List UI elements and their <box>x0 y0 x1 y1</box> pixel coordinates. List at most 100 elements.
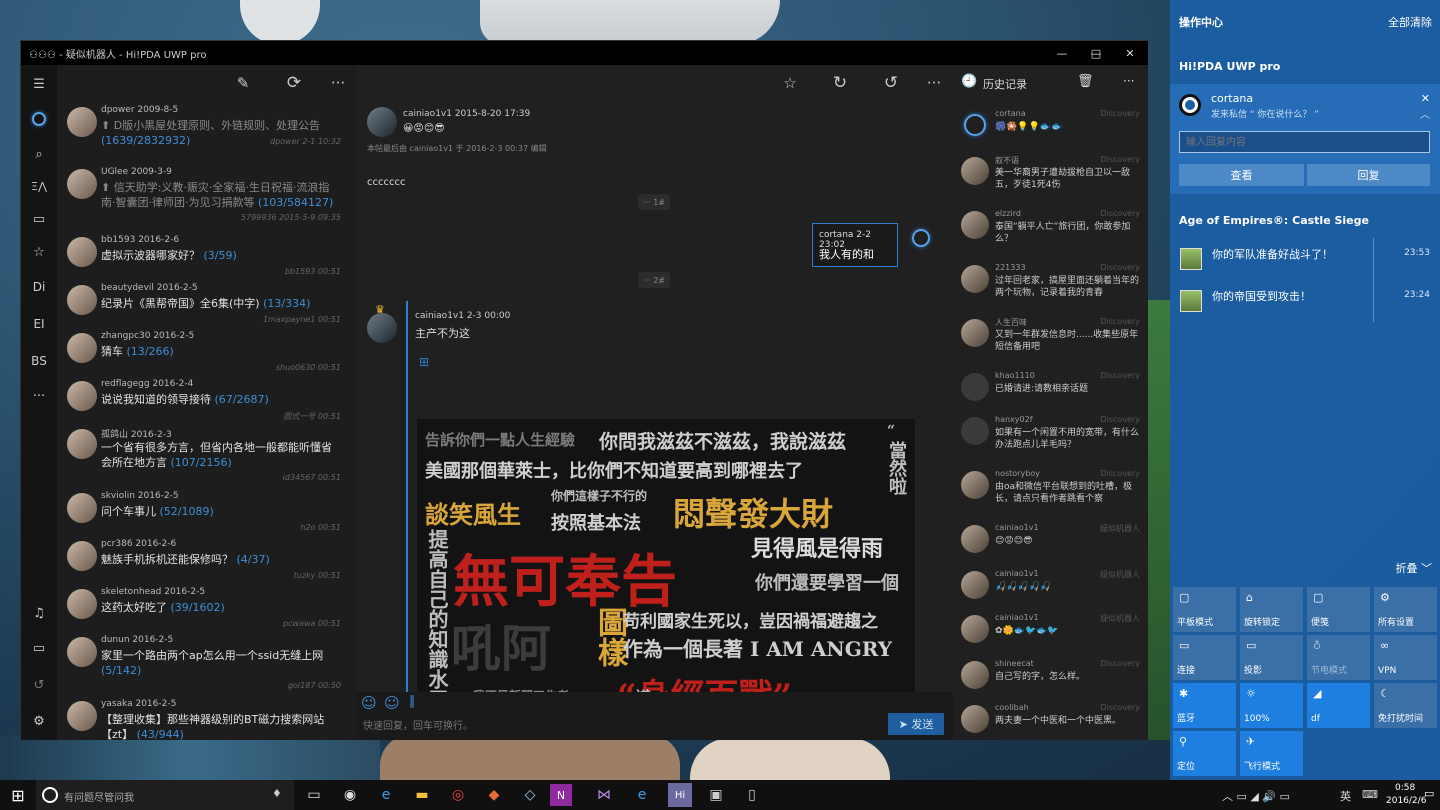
thread-item[interactable]: bb1593 2016-2-6 虚拟示波器哪家好？ (3/59) bb1593 00… <box>57 231 357 279</box>
forum-d-button[interactable]: Di <box>21 272 57 302</box>
post-author[interactable]: cainiao1v1 2015-8-20 17:39 <box>403 109 530 119</box>
undo-icon[interactable]: ↺ <box>876 65 906 101</box>
history-item[interactable]: cainiao1v1 疑似机器人 ✿🌼🐟🐦🐟🐦 <box>953 609 1148 653</box>
post-author[interactable]: cainiao1v1 2-3 00:00 <box>415 311 510 321</box>
notification-card[interactable]: cortana 发来私信 “ 你在说什么？ ” ✕ ︿ 查看 回复 <box>1170 84 1440 194</box>
history-item[interactable]: 叙不语 Discovery 美一华裔男子遭劫拔枪自卫以一敌五，歹徒1死4伤 <box>953 151 1148 195</box>
thread-item[interactable]: skeletonhead 2016-2-5 这药太好吃了 (39/1602) pcw… <box>57 583 357 631</box>
thread-item[interactable]: beautydevil 2016-2-5 纪录片《黑帮帝国》全6集(中字) (13… <box>57 279 357 327</box>
app-icon[interactable]: ◇ <box>512 780 548 810</box>
quick-action-tile[interactable]: ▢ 便笺 <box>1307 587 1370 632</box>
bell-icon[interactable]: ♫ <box>21 598 57 628</box>
collapse-button[interactable]: 折叠 ﹀ <box>1396 560 1433 576</box>
thread-item[interactable]: dpower 2009-8-5 ⬆ D版小黑屋处理原则、外链规则、处理公告 (16… <box>57 101 357 149</box>
app-icon[interactable]: ▣ <box>698 780 734 810</box>
avatar[interactable] <box>367 313 397 343</box>
history-item[interactable]: shineecat Discovery 自己写的字，怎么样。 <box>953 655 1148 699</box>
more-icon[interactable]: ··· <box>919 65 949 101</box>
thread-item[interactable]: UGlee 2009-3-9 ⬆ 信天助学:义教·赈灾·全家福·生日祝福·流浪指南… <box>57 163 357 222</box>
language-icon[interactable]: Ξ⋀ <box>21 171 57 201</box>
thread-item[interactable]: zhangpc30 2016-2-5 猜车 (13/266) shuo0630 00… <box>57 327 357 375</box>
history-item[interactable]: cainiao1v1 疑似机器人 😊😡😊😎 <box>953 519 1148 563</box>
avatar[interactable] <box>67 285 97 315</box>
thread-item[interactable]: dunun 2016-2-5 家里一个路由两个ap怎么用一个ssid无缝上网 (5… <box>57 631 357 690</box>
notification-card[interactable]: 你的军队准备好战斗了！ 23:53 <box>1170 238 1440 280</box>
quick-action-tile[interactable]: ▭ 投影 <box>1240 635 1303 680</box>
smile-icon[interactable]: ☺ <box>361 694 377 712</box>
ie-icon[interactable]: e <box>624 780 660 810</box>
floor-badge[interactable]: ··· 1# <box>638 194 670 210</box>
forum-b-button[interactable]: BS <box>21 346 57 376</box>
chrome-icon[interactable]: ◎ <box>440 780 476 810</box>
more-icon[interactable]: ··· <box>21 381 57 411</box>
chat-icon[interactable]: ▭ <box>21 204 57 234</box>
notification-card[interactable]: 你的帝国受到攻击！ 23:24 <box>1170 280 1440 322</box>
avatar[interactable] <box>67 429 97 459</box>
avatar[interactable] <box>67 541 97 571</box>
thread-item[interactable]: 孤鸽山 2016-2-3 一个省有很多方言，但省内各地一般都能听懂省会所在地方言 … <box>57 423 357 482</box>
forum-e-button[interactable]: EI <box>21 309 57 339</box>
avatar[interactable] <box>67 107 97 137</box>
edge-icon[interactable]: e <box>368 780 404 810</box>
edit-icon[interactable]: ✎ <box>228 65 258 101</box>
keyboard-icon[interactable]: ⌨ <box>1362 788 1378 801</box>
quick-action-tile[interactable]: ⚙ 所有设置 <box>1374 587 1437 632</box>
more-icon[interactable]: ··· <box>323 65 353 101</box>
floor-badge[interactable]: ··· 2# <box>638 272 670 288</box>
system-tray[interactable]: ︿ ▭ ◢ 🔊 ▭ <box>1222 788 1290 804</box>
thread-item[interactable]: skviolin 2016-2-5 问个车事儿 (52/1089) h2o 00:5… <box>57 487 357 535</box>
emoji-icon[interactable]: ☺ <box>384 694 400 712</box>
hipda-icon[interactable]: Hi <box>668 783 692 807</box>
history-item[interactable]: cortana Discovery 🎆🎇💡💡🐟🐟 <box>953 105 1148 149</box>
quick-action-tile[interactable]: ◢ df <box>1307 683 1370 728</box>
reply-input[interactable] <box>1179 131 1430 153</box>
avatar[interactable] <box>67 381 97 411</box>
file-explorer-icon[interactable]: ▬ <box>404 780 440 810</box>
start-button[interactable]: ⊞ <box>0 780 36 810</box>
search-icon[interactable]: ⌕ <box>21 139 57 169</box>
gear-icon[interactable]: ⚙ <box>21 706 57 736</box>
maximize-button[interactable]: □ <box>1079 41 1113 65</box>
history-icon[interactable]: ↺ <box>21 670 57 700</box>
cortana-search-box[interactable]: 有问题尽管问我 ♦ <box>36 780 294 810</box>
input-language[interactable]: 英 <box>1340 788 1351 804</box>
close-icon[interactable]: ✕ <box>1421 92 1430 105</box>
phone-icon[interactable]: ▯ <box>734 780 770 810</box>
task-view-icon[interactable]: ▭ <box>296 780 332 810</box>
star-icon[interactable]: ☆ <box>775 65 805 101</box>
hamburger-icon[interactable]: ☰ <box>21 69 57 99</box>
quick-action-tile[interactable]: ⚲ 定位 <box>1173 731 1236 776</box>
clear-all-button[interactable]: 全部清除 <box>1388 14 1432 30</box>
close-button[interactable]: ✕ <box>1113 41 1147 65</box>
action-center-icon[interactable]: ▭ <box>1424 787 1434 800</box>
avatar[interactable] <box>67 493 97 523</box>
quick-action-tile[interactable]: ✱ 蓝牙 <box>1173 683 1236 728</box>
post-image[interactable]: 告訴你們一點人生經驗 你問我滋茲不滋茲，我說滋茲 美國那個華萊士，比你們不知道要高到… <box>417 419 915 739</box>
star-icon[interactable]: ☆ <box>21 237 57 267</box>
onenote-icon[interactable]: N <box>550 784 572 806</box>
quick-action-tile[interactable]: ⌂ 旋转锁定 <box>1240 587 1303 632</box>
thread-item[interactable]: yasaka 2016-2-5 【整理收集】那些神器级别的BT磁力搜索网站【zt】… <box>57 695 357 740</box>
send-button[interactable]: ➤ 发送 <box>888 713 944 735</box>
history-item[interactable]: elzzird Discovery 泰国“躺平人亡”旅行团，你敢参加么？ <box>953 205 1148 249</box>
title-bar[interactable]: ⚇⚇⚇ - 疑似机器人 - Hi!PDA UWP pro — <box>21 41 1148 65</box>
quick-action-tile[interactable]: ☾ 免打扰时间 <box>1374 683 1437 728</box>
quick-action-tile[interactable]: ▢ 平板模式 <box>1173 587 1236 632</box>
history-item[interactable]: cainiao1v1 疑似机器人 🎣🎣🎣🎣🎣 <box>953 565 1148 609</box>
quick-action-tile[interactable]: ∞ VPN <box>1374 635 1437 680</box>
history-item[interactable]: nostoryboy Discovery 由oa和微信平台联想到的吐槽，极长，请点只… <box>953 465 1148 509</box>
view-button[interactable]: 查看 <box>1179 164 1304 186</box>
cortana-ring-icon[interactable] <box>21 104 57 134</box>
clock-time[interactable]: 0:58 <box>1395 783 1415 793</box>
quick-action-tile[interactable]: ♁ 节电模式 <box>1307 635 1370 680</box>
history-item[interactable]: hanxy02f Discovery 如果有一个闲置不用的宽带，有什么办法跑点儿羊毛… <box>953 411 1148 455</box>
thread-item[interactable]: pcr386 2016-2-6 魅族手机拆机还能保修吗？ (4/37) tuzky … <box>57 535 357 583</box>
app-icon[interactable]: ◆ <box>476 780 512 810</box>
chevron-up-icon[interactable]: ︿ <box>1420 106 1430 121</box>
avatar[interactable] <box>67 637 97 667</box>
reply-button[interactable]: 回复 <box>1307 164 1430 186</box>
quote-box[interactable]: cortana 2-2 23:02 我人有的和 <box>812 223 898 267</box>
quick-action-tile[interactable]: ▭ 连接 <box>1173 635 1236 680</box>
messages-icon[interactable]: ▭ <box>21 633 57 663</box>
refresh-icon[interactable]: ↻ <box>825 65 855 101</box>
